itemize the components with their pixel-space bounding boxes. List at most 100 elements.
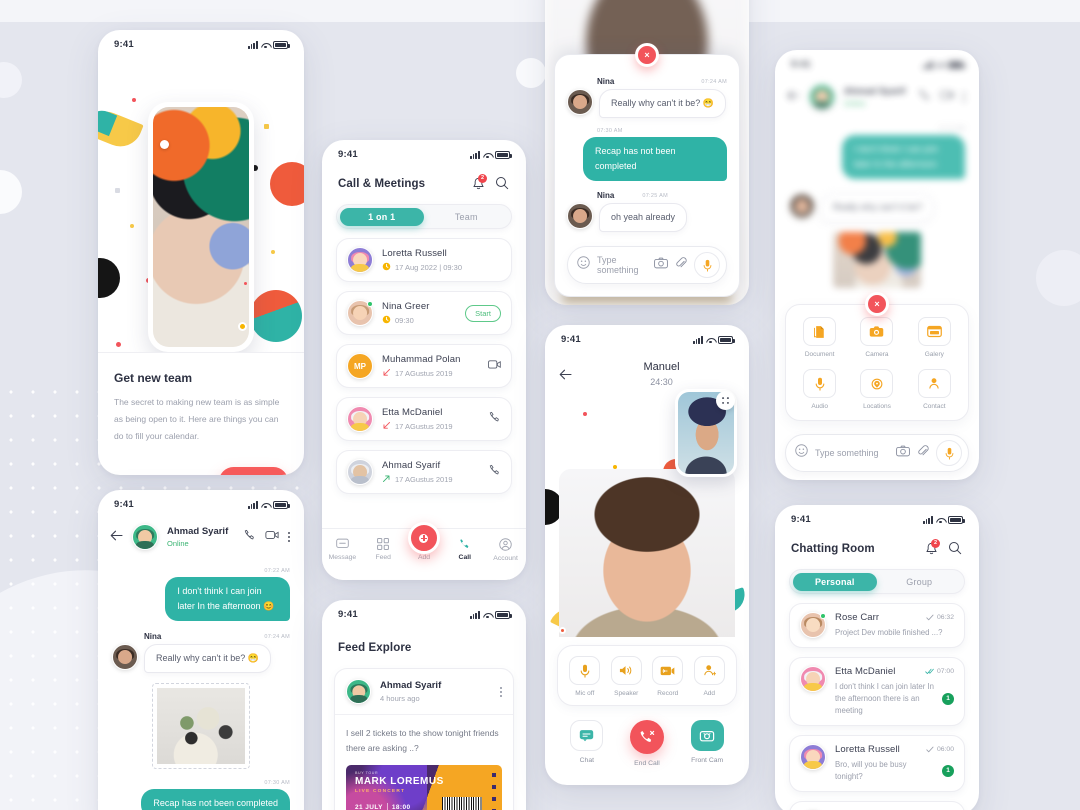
call-list-item[interactable]: MP Muhammad Polan 17 AGustus 2019 bbox=[336, 344, 512, 391]
message-bubble[interactable]: Recap has not been completed bbox=[583, 137, 727, 181]
chatting-room-header: Chatting Room 2 bbox=[775, 527, 979, 556]
attachment-contact[interactable]: Contact bbox=[909, 369, 960, 410]
message-bubble: Really why can't it be? bbox=[821, 193, 935, 222]
call-list-item[interactable]: Nina Greer 09:30 Start bbox=[336, 291, 512, 338]
message-input[interactable]: Type something bbox=[597, 255, 647, 275]
video-icon[interactable] bbox=[265, 528, 279, 546]
more-icon[interactable] bbox=[288, 532, 290, 542]
add-fab-button[interactable] bbox=[407, 522, 440, 554]
phone-icon[interactable] bbox=[489, 410, 501, 428]
control-record[interactable]: Record bbox=[649, 656, 687, 697]
message-input[interactable]: Type something bbox=[815, 448, 889, 458]
control-add[interactable]: Add bbox=[691, 656, 729, 697]
back-icon[interactable] bbox=[559, 367, 572, 385]
tab-team[interactable]: Team bbox=[424, 208, 509, 226]
signal-icon bbox=[922, 61, 933, 69]
gallery-icon bbox=[917, 317, 951, 346]
call-list-item[interactable]: Ahmad Syarif 17 AGustus 2019 bbox=[336, 450, 512, 497]
voice-record-button[interactable] bbox=[694, 252, 720, 278]
chat-room-item[interactable]: Etta McDaniel 07:00 I don't think I can … bbox=[789, 657, 965, 729]
feed-post-media[interactable]: BUY TOUR MARK LOREMUS LIVE CONCERT 21 JU… bbox=[335, 765, 513, 810]
action-front-cam[interactable]: Front Cam bbox=[690, 720, 724, 764]
wifi-icon bbox=[261, 42, 270, 49]
call-control-panel: Mic off Speaker Record Add bbox=[557, 645, 737, 710]
message-bubble[interactable]: I don't think I can join later In the af… bbox=[165, 577, 290, 621]
voice-record-button[interactable] bbox=[936, 440, 962, 466]
status-icons bbox=[692, 336, 735, 344]
call-list-item[interactable]: Etta McDaniel 17 AGustus 2019 bbox=[336, 397, 512, 444]
message-bubble[interactable]: Recap has not been completed bbox=[141, 789, 290, 810]
nav-item-message[interactable]: Message bbox=[322, 538, 363, 561]
message-sender: Nina bbox=[597, 191, 615, 200]
action-end-call[interactable]: End Call bbox=[629, 720, 664, 767]
control-label: Speaker bbox=[614, 690, 639, 697]
document-icon bbox=[803, 317, 837, 346]
message-input-bar[interactable]: Type something bbox=[567, 246, 727, 284]
phone-icon[interactable] bbox=[244, 528, 256, 546]
control-speaker[interactable]: Speaker bbox=[608, 656, 646, 697]
nav-label: Account bbox=[493, 555, 518, 562]
back-icon[interactable] bbox=[110, 528, 123, 546]
message-row-image bbox=[112, 683, 290, 769]
notification-bell-icon[interactable]: 2 bbox=[925, 539, 940, 555]
wifi-icon bbox=[483, 612, 492, 619]
tab-group[interactable]: Group bbox=[877, 573, 962, 591]
nav-item-call[interactable]: Call bbox=[444, 538, 485, 561]
onboarding-title: Get new team bbox=[114, 371, 193, 385]
nav-item-feed[interactable]: Feed bbox=[363, 538, 404, 561]
nav-item-add[interactable]: Add bbox=[404, 522, 445, 561]
chat-room-item[interactable]: Loretta Russell 06:00 Bro, will you be b… bbox=[789, 735, 965, 795]
search-icon[interactable] bbox=[948, 541, 963, 556]
action-chat[interactable]: Chat bbox=[570, 720, 604, 764]
message-row-in: Nina 07:24 AM Really why can't it be? 😁 bbox=[112, 632, 290, 673]
camera-icon[interactable] bbox=[654, 256, 668, 274]
chat-room-item[interactable]: Rose Carr 06:32 Project Dev mobile finis… bbox=[789, 603, 965, 651]
next-button[interactable]: Next bbox=[219, 467, 288, 475]
close-sheet-button[interactable]: × bbox=[635, 43, 659, 67]
attachment-camera[interactable]: Camera bbox=[851, 317, 902, 358]
tab-personal[interactable]: Personal bbox=[792, 572, 877, 591]
video-icon[interactable] bbox=[488, 357, 501, 375]
chat-room-item[interactable]: Ahmad Syarif Yesterday bbox=[789, 801, 965, 810]
attachment-audio[interactable]: Audio bbox=[794, 369, 845, 410]
attachment-location[interactable]: Locations bbox=[851, 369, 902, 410]
feed-post-card[interactable]: Ahmad Syarif 4 hours ago I sell 2 ticket… bbox=[334, 668, 514, 810]
start-call-button[interactable]: Start bbox=[465, 304, 501, 322]
expand-pip-button[interactable] bbox=[716, 391, 735, 410]
contact-name: Etta McDaniel bbox=[382, 406, 443, 418]
calls-tabs: 1 on 1 Team bbox=[336, 204, 512, 229]
emoji-icon[interactable] bbox=[577, 256, 590, 274]
call-meta: 17 AGustus 2019 bbox=[382, 421, 480, 432]
image-attachment[interactable] bbox=[152, 683, 250, 769]
message-bubble[interactable]: Really why can't it be? 😁 bbox=[144, 644, 271, 673]
confetti-shape bbox=[250, 290, 302, 342]
screen-video-call: 9:41 Manuel 24:30 Mic off Speaker Record… bbox=[545, 325, 749, 785]
more-icon[interactable] bbox=[500, 686, 502, 697]
search-icon[interactable] bbox=[495, 176, 510, 191]
attachment-gallery[interactable]: Galery bbox=[909, 317, 960, 358]
message-bubble[interactable]: oh yeah already bbox=[599, 203, 688, 232]
message-bubble[interactable]: Really why can't it be? 😁 bbox=[599, 89, 726, 118]
screen-chat-overlay: × Nina 07:24 AM Really why can't it be? … bbox=[545, 0, 749, 305]
close-attachments-button[interactable]: × bbox=[865, 292, 889, 316]
phone-icon[interactable] bbox=[489, 463, 501, 481]
call-list-item[interactable]: Loretta Russell 17 Aug 2022 | 09:30 bbox=[336, 238, 512, 285]
control-mic[interactable]: Mic off bbox=[566, 656, 604, 697]
signal-icon bbox=[469, 611, 480, 619]
status-time: 9:41 bbox=[338, 609, 358, 620]
contact-icon bbox=[917, 369, 951, 398]
page-title: Feed Explore bbox=[338, 642, 412, 654]
attachment-icon[interactable] bbox=[917, 444, 929, 462]
message-input-bar[interactable]: Type something bbox=[785, 434, 969, 472]
camera-icon[interactable] bbox=[896, 444, 910, 462]
status-bar: 9:41 bbox=[775, 505, 979, 527]
attachment-document[interactable]: Document bbox=[794, 317, 845, 358]
nav-item-account[interactable]: Account bbox=[485, 538, 526, 562]
video-icon bbox=[940, 88, 954, 106]
tab-one-on-one[interactable]: 1 on 1 bbox=[339, 207, 424, 226]
status-icons bbox=[469, 611, 512, 619]
notification-bell-icon[interactable]: 2 bbox=[472, 174, 487, 190]
signal-icon bbox=[922, 516, 933, 524]
emoji-icon[interactable] bbox=[795, 444, 808, 462]
attachment-icon[interactable] bbox=[675, 256, 687, 274]
